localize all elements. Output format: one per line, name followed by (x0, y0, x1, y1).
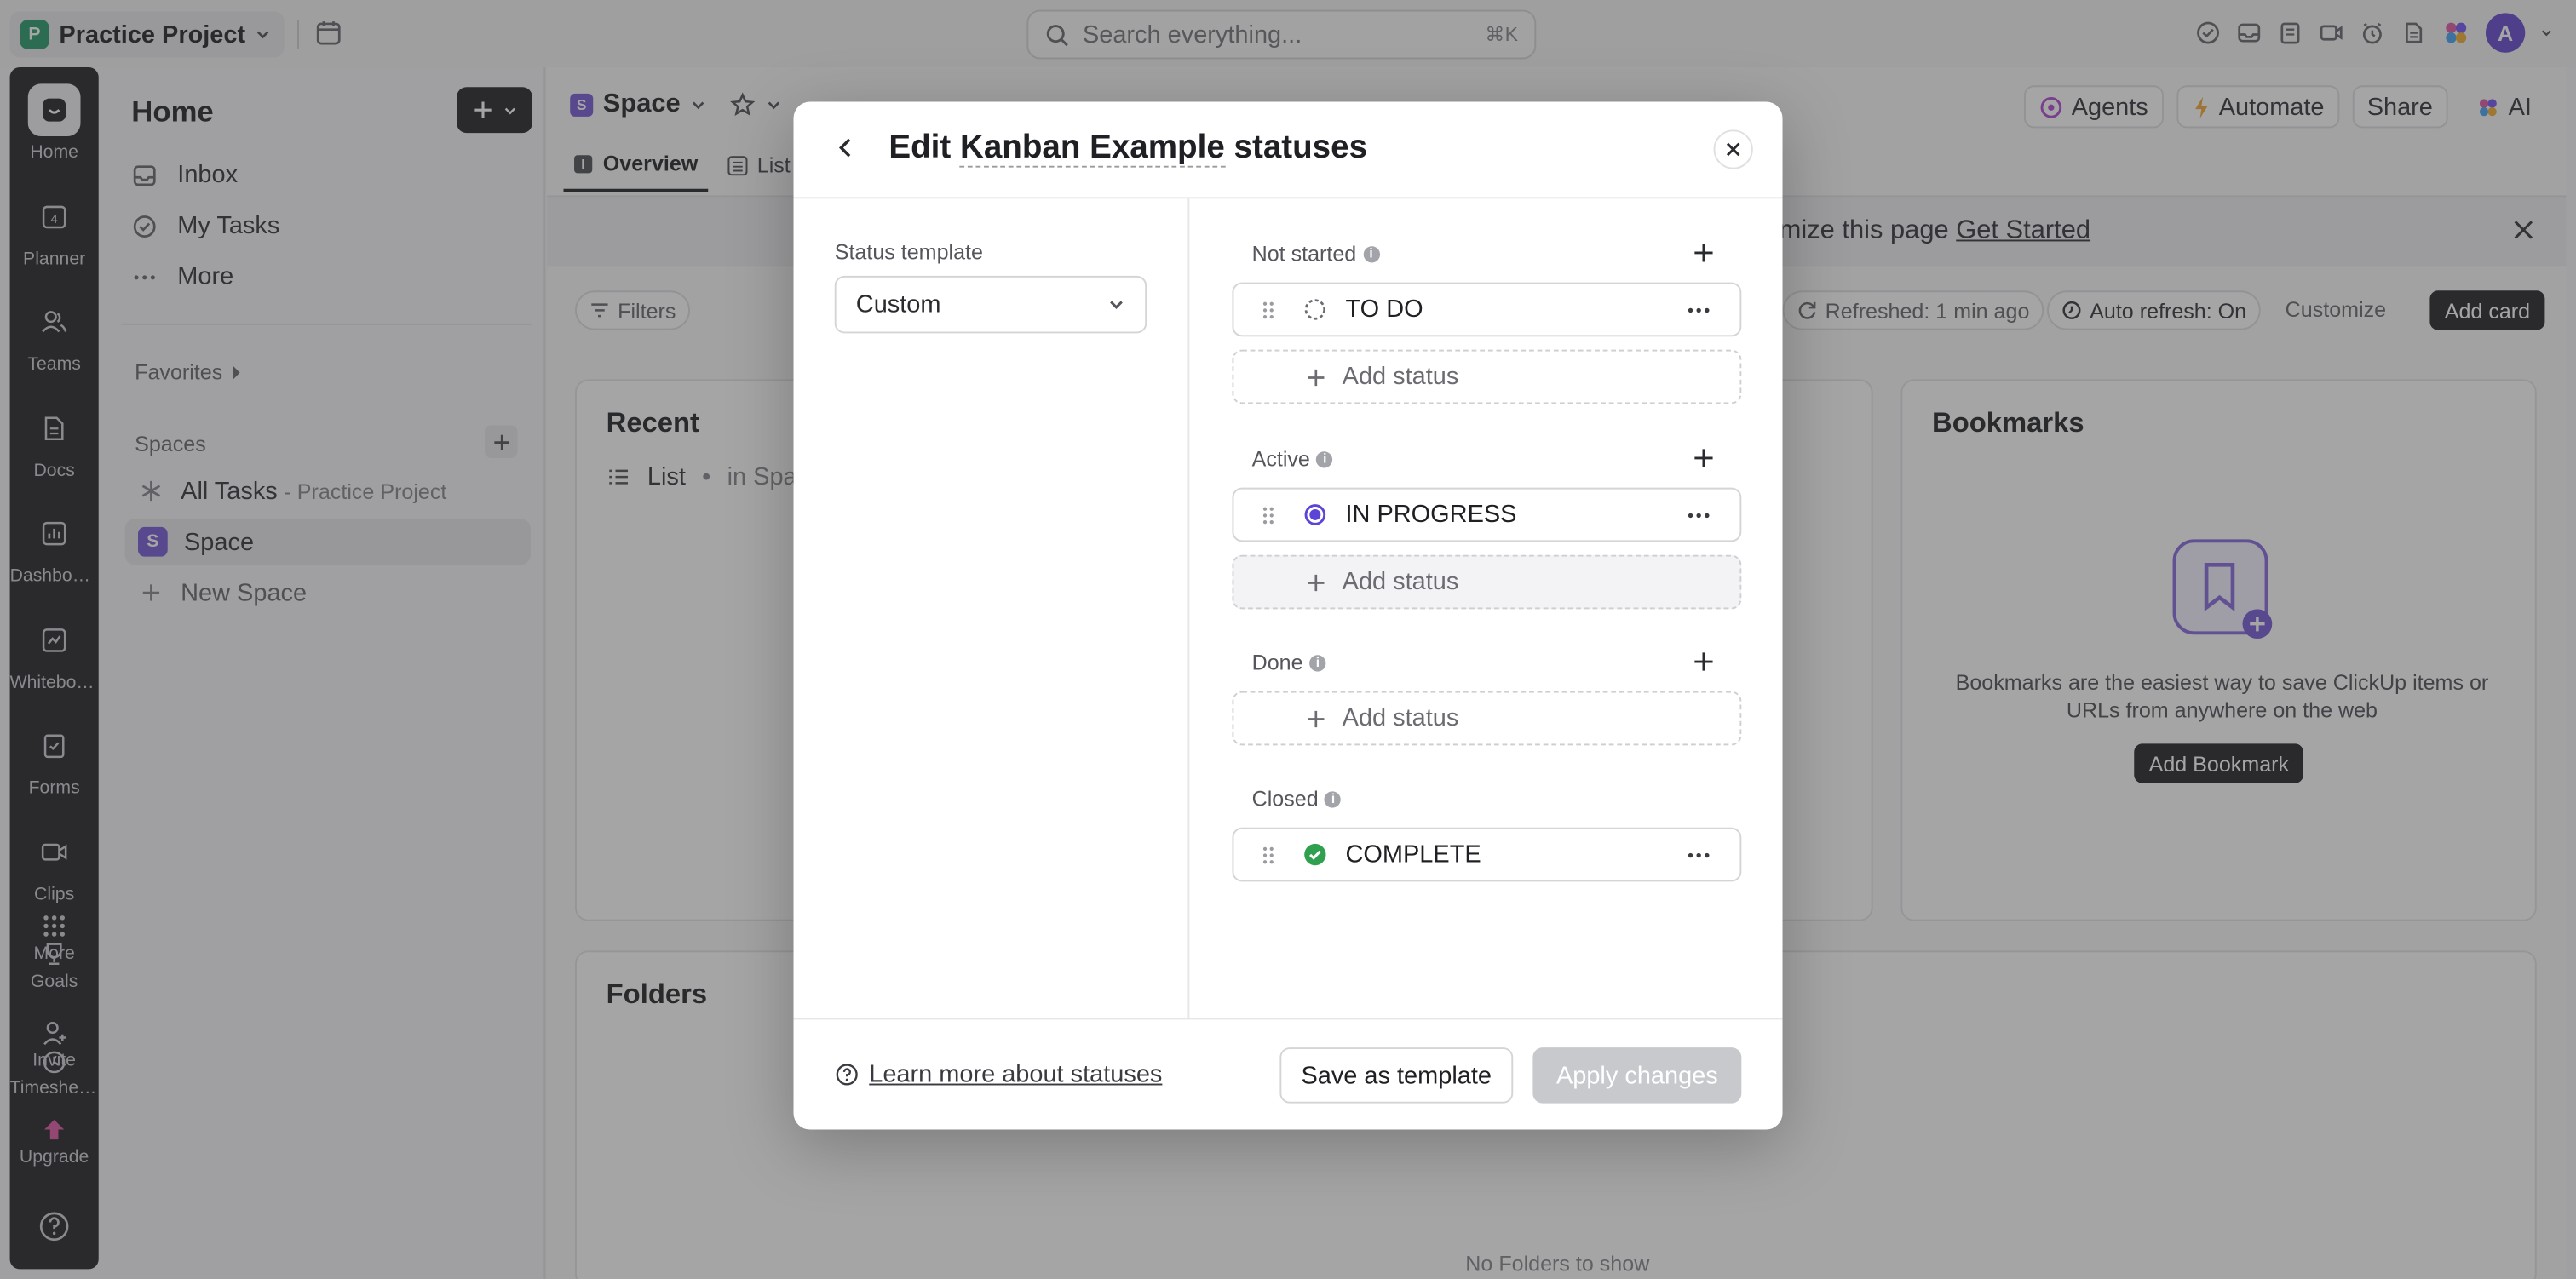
add-status-button[interactable]: Add status (1232, 691, 1742, 746)
plus-icon (1306, 367, 1325, 387)
add-status-button[interactable]: Add status (1232, 554, 1742, 610)
add-status-label: Add status (1342, 568, 1459, 596)
ellipsis-icon[interactable] (1688, 852, 1711, 858)
help-circle-icon (835, 1062, 860, 1087)
group-label: Active (1251, 446, 1310, 472)
group-label: Closed (1251, 786, 1319, 812)
close-icon (1725, 141, 1741, 158)
ellipsis-icon[interactable] (1688, 512, 1711, 519)
modal-title: Edit Kanban Example statuses (888, 129, 1368, 168)
status-row-complete[interactable]: COMPLETE (1232, 827, 1742, 882)
info-icon[interactable]: i (1316, 450, 1333, 467)
modal-header: Edit Kanban Example statuses (793, 102, 1783, 199)
close-button[interactable] (1713, 129, 1753, 169)
status-name: TO DO (1345, 295, 1423, 324)
info-icon[interactable]: i (1362, 245, 1380, 262)
apply-changes-button[interactable]: Apply changes (1532, 1047, 1742, 1104)
status-name: COMPLETE (1345, 840, 1481, 869)
status-groups-panel: Not started i TO DO Add status Active i (1191, 198, 1782, 1019)
add-status-plus-button[interactable] (1692, 446, 1715, 469)
title-prefix: Edit (888, 129, 952, 166)
info-icon[interactable]: i (1325, 790, 1342, 807)
add-status-button[interactable]: Add status (1232, 349, 1742, 404)
status-circle-dashed-icon (1302, 297, 1345, 322)
learn-more-label: Learn more about statuses (869, 1060, 1163, 1089)
plus-icon (1306, 572, 1325, 592)
modal-footer: Learn more about statuses Save as templa… (793, 1018, 1783, 1129)
group-label-not-started: Not started i (1252, 241, 1380, 266)
status-template-select[interactable]: Custom (834, 275, 1147, 334)
status-template-value: Custom (855, 290, 941, 319)
status-in-progress-icon (1302, 502, 1345, 527)
add-status-label: Add status (1342, 363, 1459, 391)
ellipsis-icon[interactable] (1688, 307, 1711, 313)
group-label-closed: Closed i (1251, 786, 1342, 812)
learn-more-link[interactable]: Learn more about statuses (835, 1060, 1163, 1089)
status-name: IN PROGRESS (1345, 501, 1517, 529)
info-icon[interactable]: i (1309, 654, 1326, 671)
group-label: Not started (1251, 241, 1357, 267)
status-complete-icon (1302, 842, 1345, 867)
plus-icon (1306, 708, 1325, 728)
group-label-done: Done i (1251, 650, 1326, 675)
drag-handle-icon[interactable] (1233, 845, 1302, 864)
add-status-plus-button[interactable] (1692, 651, 1715, 674)
template-panel: Status template Custom (794, 198, 1190, 1020)
back-arrow-icon[interactable] (833, 135, 860, 161)
add-status-label: Add status (1342, 704, 1459, 732)
save-as-template-button[interactable]: Save as template (1279, 1047, 1514, 1104)
status-row-in-progress[interactable]: IN PROGRESS (1232, 487, 1742, 542)
group-label-active: Active i (1252, 446, 1333, 471)
chevron-down-icon (1107, 295, 1125, 313)
edit-statuses-modal: Edit Kanban Example statuses Status temp… (793, 101, 1783, 1130)
list-name: Kanban Example (959, 129, 1225, 168)
title-suffix: statuses (1233, 129, 1368, 166)
add-status-plus-button[interactable] (1692, 241, 1715, 264)
drag-handle-icon[interactable] (1233, 505, 1302, 525)
status-template-label: Status template (834, 239, 983, 265)
group-label: Done (1251, 650, 1303, 675)
drag-handle-icon[interactable] (1233, 300, 1302, 319)
status-row-to-do[interactable]: TO DO (1232, 282, 1742, 337)
